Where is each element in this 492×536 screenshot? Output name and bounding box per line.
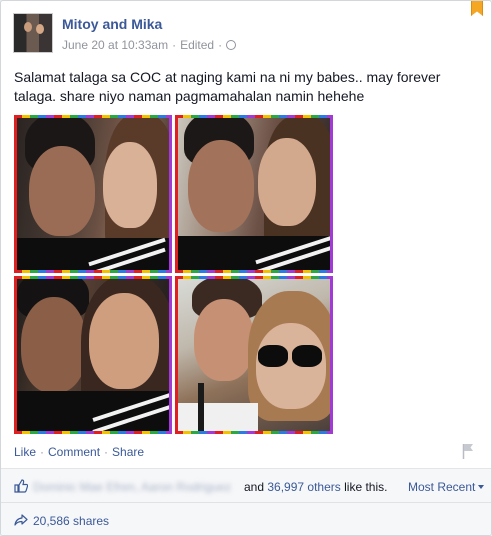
photo-tile-2 (175, 115, 333, 273)
bookmark-icon[interactable] (471, 1, 483, 16)
action-separator: · (40, 445, 45, 459)
like-link[interactable]: Like (14, 445, 36, 459)
likes-others-link[interactable]: 36,997 others (267, 480, 340, 494)
photo-tile-4 (175, 276, 333, 434)
sort-dropdown[interactable]: Most Recent (408, 480, 485, 494)
avatar[interactable] (13, 13, 53, 53)
post-date[interactable]: June 20 at 10:33am (62, 38, 168, 52)
meta-separator-2: · (218, 38, 223, 52)
shares-summary: 20,586 shares (1, 503, 491, 535)
action-separator-2: · (104, 445, 109, 459)
likes-summary: Dominic Mae Efren, Aaron Rodriguez and 3… (1, 468, 491, 503)
sort-label: Most Recent (408, 480, 476, 494)
meta-separator: · (172, 38, 177, 52)
photo-tile-1 (14, 115, 172, 273)
globe-icon[interactable] (226, 40, 237, 50)
share-link[interactable]: Share (112, 445, 144, 459)
photo-tile-3 (14, 276, 172, 434)
flag-icon[interactable] (462, 443, 474, 459)
post-photo[interactable] (14, 115, 334, 435)
chevron-down-icon (478, 485, 485, 489)
post-meta: June 20 at 10:33am · Edited · (62, 38, 237, 52)
author-name[interactable]: Mitoy and Mika (62, 16, 162, 32)
likes-suffix: like this. (344, 480, 388, 494)
post-text: Salamat talaga sa COC at naging kami na … (14, 69, 441, 104)
likes-count-text: and 36,997 others like this. (244, 480, 387, 494)
share-arrow-icon (14, 514, 28, 526)
post-card: Mitoy and Mika June 20 at 10:33am · Edit… (0, 0, 492, 536)
likes-and: and (244, 480, 265, 494)
edited-label[interactable]: Edited (180, 38, 214, 52)
thumbs-up-icon (14, 479, 28, 493)
liker-names[interactable]: Dominic Mae Efren, Aaron Rodriguez (33, 480, 231, 494)
shares-link[interactable]: 20,586 shares (33, 514, 109, 528)
comment-link[interactable]: Comment (48, 445, 100, 459)
post-actions: Like · Comment · Share (14, 445, 144, 459)
